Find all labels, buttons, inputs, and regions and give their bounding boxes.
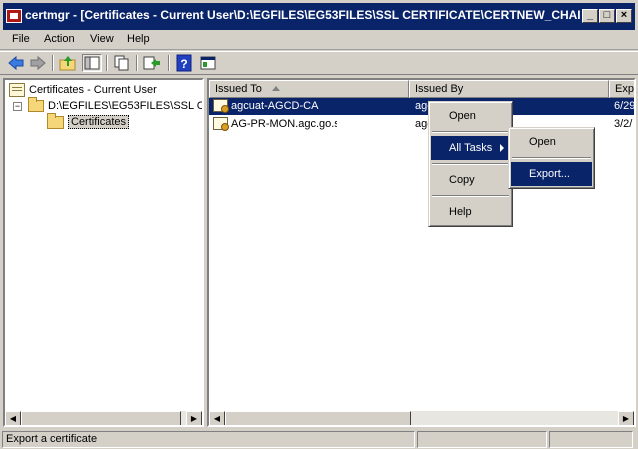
properties-icon[interactable] (198, 54, 218, 72)
column-issued-by[interactable]: Issued By (409, 80, 609, 98)
tree-file-node[interactable]: − D:\EGFILES\EG53FILES\SSL CER (13, 97, 204, 114)
show-hide-tree-icon[interactable] (82, 54, 102, 72)
status-bar: Export a certificate (0, 430, 638, 449)
help-icon[interactable]: ? (174, 54, 194, 72)
submenu-arrow-icon (500, 144, 504, 152)
tree-file-node-label: D:\EGFILES\EG53FILES\SSL CER (48, 100, 204, 112)
tree-root-label: Certificates - Current User (29, 84, 157, 96)
status-panel-2 (417, 431, 547, 448)
close-button[interactable]: × (616, 9, 632, 23)
context-menu: Open All Tasks Copy Help (428, 101, 513, 227)
collapse-icon[interactable]: − (13, 101, 22, 111)
sort-ascending-icon (271, 86, 280, 91)
certificate-store-icon (9, 83, 25, 97)
tree-root[interactable]: Certificates - Current User (9, 82, 157, 98)
menu-file[interactable]: File (8, 32, 34, 46)
submenu-open[interactable]: Open (511, 130, 592, 154)
context-all-tasks[interactable]: All Tasks (431, 136, 510, 160)
menu-bar: File Action View Help (0, 30, 638, 50)
menu-action[interactable]: Action (40, 32, 79, 46)
submenu-export[interactable]: Export... (511, 162, 592, 186)
certificate-icon (213, 117, 229, 131)
export-list-icon[interactable] (142, 54, 162, 72)
list-horizontal-scrollbar[interactable]: ◀ ▶ (209, 411, 634, 425)
scroll-left-icon[interactable]: ◀ (209, 411, 225, 425)
svg-text:?: ? (180, 57, 187, 71)
column-issued-to[interactable]: Issued To (209, 80, 409, 98)
toolbar: ? (0, 51, 638, 75)
tree-certificates-label: Certificates (68, 115, 130, 129)
cell-issued-to: agcuat-AGCD-CA (231, 100, 319, 112)
tree-pane[interactable]: Certificates - Current User − D:\EGFILES… (3, 78, 204, 427)
menu-view[interactable]: View (86, 32, 118, 46)
tree-certificates-node[interactable]: Certificates (47, 112, 130, 130)
cell-issued-to: AG-PR-MON.agc.go.s (231, 118, 337, 130)
scroll-right-icon[interactable]: ▶ (186, 411, 202, 425)
context-copy[interactable]: Copy (431, 168, 510, 192)
up-folder-icon[interactable] (58, 54, 78, 72)
scroll-thumb[interactable] (21, 411, 181, 425)
scroll-thumb[interactable] (225, 411, 411, 425)
tree-horizontal-scrollbar[interactable]: ◀ ▶ (5, 411, 202, 425)
column-expiration[interactable]: Expi (609, 80, 634, 98)
cell-expiration: 6/29 (614, 100, 636, 112)
certmgr-app-icon[interactable] (6, 9, 22, 23)
window-title: certmgr - [Certificates - Current User\D… (25, 8, 580, 22)
scroll-left-icon[interactable]: ◀ (5, 411, 21, 425)
minimize-button[interactable]: _ (582, 9, 598, 23)
status-panel-3 (549, 431, 633, 448)
menu-help[interactable]: Help (123, 32, 154, 46)
open-folder-icon (47, 112, 64, 129)
maximize-button[interactable]: □ (599, 9, 615, 23)
context-help[interactable]: Help (431, 200, 510, 224)
back-arrow-icon[interactable] (6, 54, 26, 72)
status-text: Export a certificate (2, 431, 415, 448)
certificate-icon (213, 99, 229, 113)
title-bar[interactable]: certmgr - [Certificates - Current User\D… (0, 0, 638, 30)
forward-arrow-icon[interactable] (28, 54, 48, 72)
copy-icon[interactable] (112, 54, 132, 72)
scroll-right-icon[interactable]: ▶ (618, 411, 634, 425)
cell-expiration: 3/2/ (614, 118, 633, 130)
all-tasks-submenu: Open Export... (508, 127, 595, 189)
context-open[interactable]: Open (431, 104, 510, 128)
folder-icon (28, 97, 44, 112)
table-row[interactable]: agcuat-AGCD-CA agcuat-AGCD-CA 6/29 (209, 98, 636, 115)
